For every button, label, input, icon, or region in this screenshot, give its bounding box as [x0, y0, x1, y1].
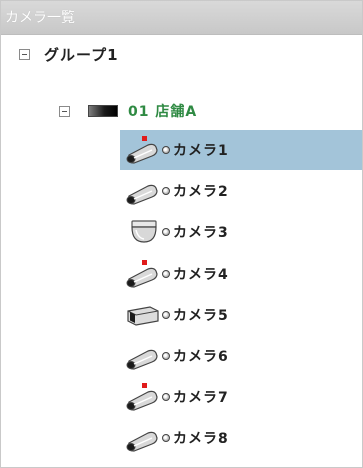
camera-label: カメラ8: [173, 431, 229, 448]
status-dot-icon: [162, 310, 170, 319]
status-dot-icon: [162, 393, 170, 402]
status-dot-icon: [162, 269, 170, 278]
camera-label: カメラ3: [173, 225, 229, 242]
box-camera-icon: [124, 301, 162, 329]
camera-label: カメラ2: [173, 184, 229, 201]
tree-group-row[interactable]: グループ1: [1, 35, 362, 73]
collapse-toggle-icon[interactable]: [19, 48, 30, 60]
camera-label: カメラ7: [173, 390, 229, 407]
camera-row[interactable]: カメラ2: [120, 171, 362, 211]
camera-row[interactable]: カメラ7: [120, 377, 362, 417]
store-label: 01 店舗A: [128, 104, 198, 120]
tree-store-row[interactable]: 01 店舗A: [1, 92, 362, 130]
camera-row[interactable]: カメラ4: [120, 254, 362, 294]
camera-row[interactable]: カメラ5: [120, 295, 362, 335]
store-thumbnail-icon: [88, 105, 118, 117]
camera-row[interactable]: カメラ6: [120, 336, 362, 376]
camera-label: カメラ4: [173, 266, 229, 283]
recording-indicator-icon: [142, 136, 147, 141]
dome-camera-icon: [124, 218, 162, 246]
camera-row[interactable]: カメラ3: [120, 212, 362, 252]
bullet-camera-icon: [124, 136, 162, 164]
bullet-camera-icon: [124, 259, 162, 288]
status-dot-icon: [162, 187, 170, 196]
status-dot-icon: [162, 228, 170, 237]
camera-row[interactable]: カメラ1: [120, 130, 362, 170]
collapse-toggle-icon[interactable]: [59, 105, 70, 117]
status-dot-icon: [162, 352, 170, 360]
camera-label: カメラ5: [173, 307, 229, 324]
camera-row[interactable]: カメラ8: [120, 418, 362, 458]
bullet-camera-icon: [124, 424, 162, 452]
group-label: グループ1: [44, 45, 119, 64]
status-dot-icon: [162, 434, 170, 443]
camera-list-panel: カメラ一覧 グループ1 01 店舗A カメラ1 カメラ2 カメラ3 カメラ4 カメラ5 カ…: [0, 0, 363, 468]
status-dot-icon: [162, 146, 170, 154]
camera-label: カメラ1: [173, 143, 229, 159]
bullet-camera-icon: [124, 383, 162, 411]
recording-indicator-icon: [142, 259, 147, 265]
bullet-camera-icon: [124, 342, 162, 370]
bullet-camera-icon: [124, 177, 162, 205]
panel-title: カメラ一覧: [1, 1, 362, 35]
camera-label: カメラ6: [173, 349, 229, 365]
recording-indicator-icon: [142, 383, 147, 389]
